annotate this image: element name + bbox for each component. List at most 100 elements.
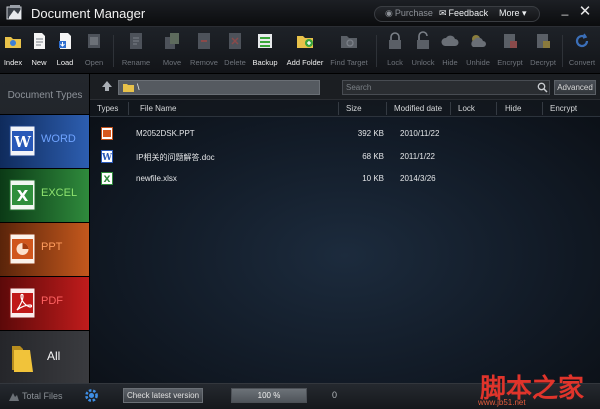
progress-text: 100 % (257, 391, 281, 400)
toolbar-index-button[interactable]: Index (2, 31, 24, 71)
column-header-lock[interactable]: Lock (458, 104, 475, 113)
sidebar-item-label: WORD (41, 133, 76, 145)
up-arrow-icon[interactable] (100, 79, 114, 93)
file-size: 68 KB (362, 152, 384, 161)
close-button[interactable]: ✕ (578, 4, 592, 19)
remove-icon (198, 33, 210, 49)
app-logo-icon (6, 5, 22, 20)
convert-icon (575, 33, 589, 48)
move-icon (165, 33, 179, 49)
toolbar-separator (376, 35, 377, 67)
column-header-modified-date[interactable]: Modified date (394, 104, 442, 113)
sidebar-item-all[interactable]: All (0, 330, 89, 383)
file-count: 0 (332, 390, 338, 400)
file-row[interactable]: W IP相关的问题解答.doc 68 KB 2011/1/22 (90, 147, 600, 167)
find-target-icon (341, 36, 357, 48)
word-file-icon: W (101, 150, 113, 163)
rename-icon (130, 33, 142, 49)
progress-bar: 100 % (231, 388, 307, 403)
column-header-file-name[interactable]: File Name (140, 104, 176, 113)
path-field[interactable]: \ (118, 80, 320, 95)
column-header-hide[interactable]: Hide (505, 104, 521, 113)
word-icon: W (9, 125, 36, 157)
hide-cloud-icon (441, 35, 459, 46)
search-input[interactable] (343, 81, 529, 94)
encrypt-icon (504, 34, 517, 48)
toolbar-encrypt-button[interactable]: Encrypt (495, 31, 525, 71)
toolbar-lock-button[interactable]: Lock (383, 31, 407, 71)
column-header-row: Types File Name Size Modified date Lock … (90, 100, 600, 117)
excel-icon: X (9, 179, 36, 211)
toolbar-load-button[interactable]: Load (53, 31, 77, 71)
toolbar-unlock-button[interactable]: Unlock (409, 31, 437, 71)
column-divider (338, 102, 339, 115)
files-icon (9, 393, 19, 401)
feedback-label: Feedback (448, 8, 489, 18)
open-icon (88, 34, 100, 48)
toolbar-unhide-button[interactable]: Unhide (463, 31, 493, 71)
svg-text:X: X (17, 187, 29, 205)
toolbar-label: Load (56, 58, 74, 67)
column-header-size[interactable]: Size (346, 104, 362, 113)
search-icon[interactable] (537, 82, 548, 93)
add-folder-icon (297, 36, 313, 48)
file-row[interactable]: X newfile.xlsx 10 KB 2014/3/26 (90, 169, 600, 189)
file-modified-date: 2014/3/26 (400, 174, 436, 183)
file-name: M2052DSK.PPT (136, 129, 195, 138)
check-latest-version-button[interactable]: Check latest version (123, 388, 203, 403)
toolbar-label: Unlock (411, 58, 435, 67)
toolbar-separator (113, 35, 114, 67)
file-name: newfile.xlsx (136, 174, 177, 183)
purchase-link[interactable]: ◉ Purchase (385, 8, 433, 19)
toolbar-label: Unhide (466, 58, 490, 67)
toolbar-hide-button[interactable]: Hide (439, 31, 461, 71)
sidebar-item-label: EXCEL (41, 187, 78, 199)
gear-icon[interactable] (83, 387, 100, 404)
toolbar-remove-button[interactable]: Remove (188, 31, 220, 71)
sidebar-item-pdf[interactable]: PDF (0, 276, 89, 330)
toolbar-backup-button[interactable]: Backup (251, 31, 279, 71)
purchase-label: Purchase (394, 8, 433, 18)
file-row[interactable]: M2052DSK.PPT 392 KB 2010/11/22 (90, 124, 600, 144)
more-menu[interactable]: More ▾ (499, 8, 527, 19)
document-manager-window: Document Manager ◉ Purchase ✉ Feedback Mor… (0, 0, 600, 409)
sidebar-item-excel[interactable]: X EXCEL (0, 168, 89, 222)
toolbar-decrypt-button[interactable]: Decrypt (528, 31, 558, 71)
toolbar-add-folder-button[interactable]: Add Folder (285, 31, 325, 71)
column-header-encrypt[interactable]: Encrypt (550, 104, 577, 113)
toolbar-label: Add Folder (286, 58, 324, 67)
toolbar-new-button[interactable]: New (28, 31, 50, 71)
lock-icon (389, 32, 401, 49)
column-header-types[interactable]: Types (97, 104, 118, 113)
toolbar-move-button[interactable]: Move (158, 31, 186, 71)
toolbar-label: Hide (442, 58, 458, 67)
advanced-search-button[interactable]: Advanced (554, 80, 596, 95)
decrypt-icon (537, 34, 550, 48)
column-divider (496, 102, 497, 115)
sidebar-title: Document Types (7, 90, 83, 101)
window-title: Document Manager (31, 6, 146, 21)
title-bar: Document Manager ◉ Purchase ✉ Feedback Mor… (0, 0, 600, 27)
file-list: Types File Name Size Modified date Lock … (90, 100, 600, 383)
watermark-url: www.jb51.net (478, 398, 526, 407)
toolbar-delete-button[interactable]: Delete (223, 31, 247, 71)
toolbar-open-button[interactable]: Open (82, 31, 106, 71)
toolbar-rename-button[interactable]: Rename (120, 31, 152, 71)
sidebar-item-word[interactable]: W WORD (0, 114, 89, 168)
path-text: \ (137, 82, 140, 92)
ppt-file-icon (101, 127, 113, 140)
document-types-sidebar: Document Types W WORD X EXCEL PPT PDF Al… (0, 74, 90, 383)
minimize-button[interactable]: _ (558, 2, 572, 16)
unlock-icon (417, 31, 429, 49)
new-file-icon (34, 33, 45, 49)
svg-text:X: X (104, 175, 111, 185)
svg-text:W: W (13, 133, 32, 151)
toolbar-find-target-button[interactable]: Find Target (329, 31, 369, 71)
column-divider (386, 102, 387, 115)
sidebar-item-label: PDF (41, 295, 63, 307)
feedback-link[interactable]: ✉ Feedback (439, 8, 488, 19)
sidebar-item-ppt[interactable]: PPT (0, 222, 89, 276)
toolbar-label: Move (162, 58, 182, 67)
file-modified-date: 2011/1/22 (400, 152, 435, 161)
toolbar-convert-button[interactable]: Convert (566, 31, 598, 71)
